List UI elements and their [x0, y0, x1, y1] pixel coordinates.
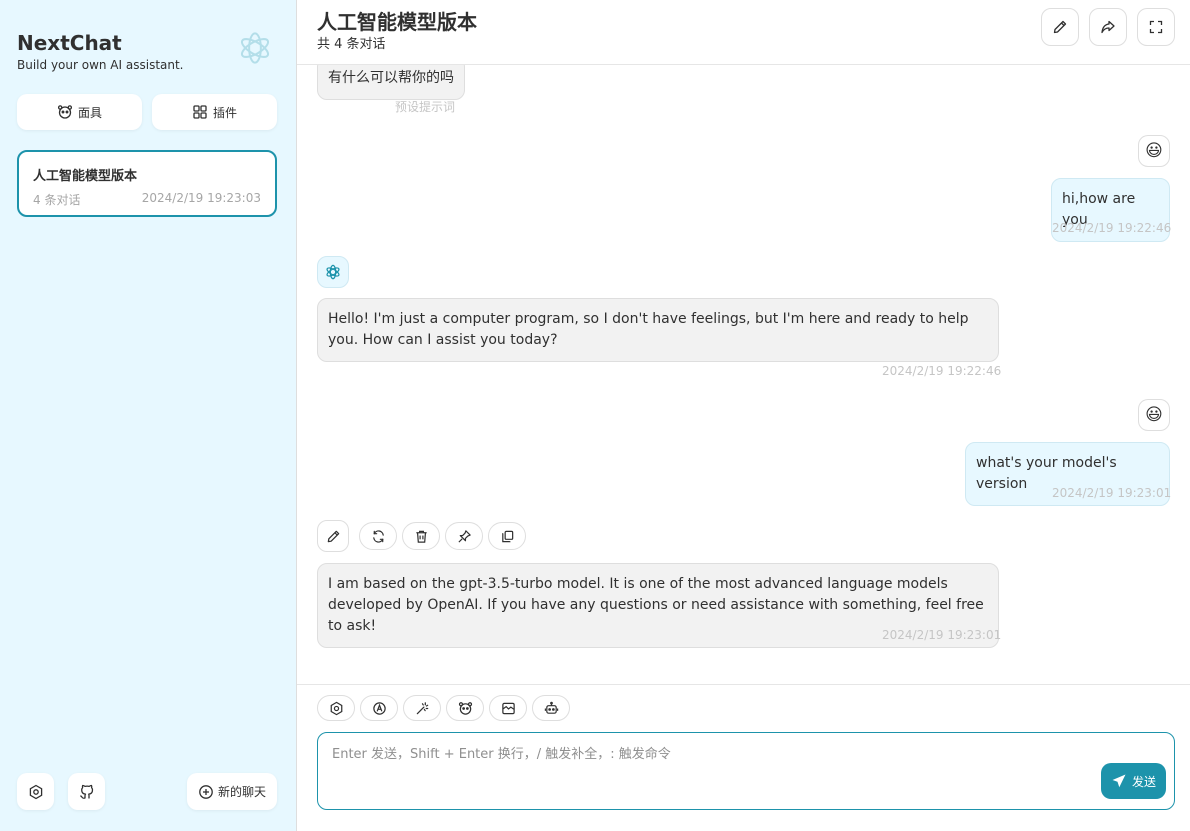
send-label: 发送	[1131, 774, 1156, 789]
message-input-box: 发送	[317, 732, 1175, 810]
github-button[interactable]	[68, 773, 105, 810]
robot-icon	[544, 701, 559, 716]
pin-message-button[interactable]	[445, 522, 483, 550]
rename-chat-button[interactable]	[1041, 8, 1079, 46]
settings-icon	[329, 701, 344, 716]
chat-item-count: 4 条对话	[33, 193, 81, 207]
mask-icon	[57, 104, 73, 120]
settings-button[interactable]	[17, 773, 54, 810]
plugins-button[interactable]: 插件	[152, 94, 277, 130]
prompt-button[interactable]	[403, 695, 441, 721]
chat-input-panel: 发送	[297, 684, 1190, 831]
masks-button[interactable]: 面具	[17, 94, 142, 130]
message-time: 2024/2/19 19:22:46	[882, 364, 1002, 378]
masks-tool-button[interactable]	[446, 695, 484, 721]
pencil-icon	[1052, 19, 1068, 35]
edit-message-button[interactable]	[317, 520, 349, 552]
plugins-label: 插件	[212, 105, 237, 120]
clear-context-button[interactable]	[489, 695, 527, 721]
copy-icon	[500, 529, 515, 544]
model-select-button[interactable]	[532, 695, 570, 721]
add-circle-icon	[198, 784, 214, 800]
pencil-icon	[326, 529, 341, 544]
chat-header: 人工智能模型版本 共 4 条对话	[297, 0, 1190, 65]
message-text: 有什么可以帮你的吗	[328, 70, 454, 86]
bot-message-bubble: 有什么可以帮你的吗	[317, 65, 465, 100]
masks-label: 面具	[77, 105, 102, 120]
message-list[interactable]: 有什么可以帮你的吗 预设提示词 😃 hi,how are you 2024/2/…	[297, 65, 1190, 685]
refresh-icon	[371, 529, 386, 544]
message-time: 2024/2/19 19:23:01	[1052, 486, 1172, 500]
app-window: NextChat Build your own AI assistant. 面具	[0, 0, 1190, 831]
chat-title[interactable]: 人工智能模型版本	[317, 6, 477, 35]
chat-settings-button[interactable]	[317, 695, 355, 721]
user-avatar: 😃	[1138, 399, 1170, 431]
magic-wand-icon	[415, 701, 430, 716]
auto-theme-icon	[372, 701, 387, 716]
message-time: 2024/2/19 19:22:46	[1052, 221, 1172, 235]
settings-icon	[28, 784, 44, 800]
share-chat-button[interactable]	[1089, 8, 1127, 46]
bot-message-bubble: Hello! I'm just a computer program, so I…	[317, 298, 999, 362]
break-icon	[501, 701, 516, 716]
message-text: Hello! I'm just a computer program, so I…	[328, 311, 969, 348]
pin-icon	[457, 529, 472, 544]
mask-icon	[458, 701, 473, 716]
delete-message-button[interactable]	[402, 522, 440, 550]
openai-logo-icon	[323, 262, 343, 282]
github-icon	[79, 784, 95, 800]
openai-logo-icon	[233, 26, 277, 70]
send-button[interactable]: 发送	[1101, 763, 1166, 799]
trash-icon	[414, 529, 429, 544]
message-input[interactable]	[318, 733, 1174, 809]
user-avatar: 😃	[1138, 135, 1170, 167]
smiley-emoji-icon: 😃	[1145, 141, 1163, 161]
chat-item-date: 2024/2/19 19:23:03	[141, 191, 261, 205]
chat-message-count: 共 4 条对话	[317, 37, 386, 52]
new-chat-button[interactable]: 新的聊天	[187, 773, 277, 810]
brand-subtitle: Build your own AI assistant.	[17, 58, 184, 72]
brand-title: NextChat	[17, 31, 122, 55]
new-chat-label: 新的聊天	[217, 785, 266, 799]
smiley-emoji-icon: 😃	[1145, 405, 1163, 425]
send-icon	[1111, 773, 1127, 789]
chat-list-item[interactable]: 人工智能模型版本 4 条对话 2024/2/19 19:23:03	[17, 150, 277, 217]
message-time: 预设提示词	[395, 100, 456, 114]
bot-avatar	[317, 256, 349, 288]
message-text: I am based on the gpt-3.5-turbo model. I…	[328, 576, 984, 634]
fullscreen-button[interactable]	[1137, 8, 1175, 46]
share-icon	[1100, 19, 1116, 35]
sidebar: NextChat Build your own AI assistant. 面具	[0, 0, 297, 831]
theme-auto-button[interactable]	[360, 695, 398, 721]
message-time: 2024/2/19 19:23:01	[882, 628, 1002, 642]
maximize-icon	[1148, 19, 1164, 35]
chat-main: 人工智能模型版本 共 4 条对话 有什么可以帮你的吗 预设提示词 😃 hi,ho…	[297, 0, 1190, 831]
retry-message-button[interactable]	[359, 522, 397, 550]
copy-message-button[interactable]	[488, 522, 526, 550]
chat-item-title: 人工智能模型版本	[33, 169, 138, 184]
plugin-grid-icon	[192, 104, 208, 120]
